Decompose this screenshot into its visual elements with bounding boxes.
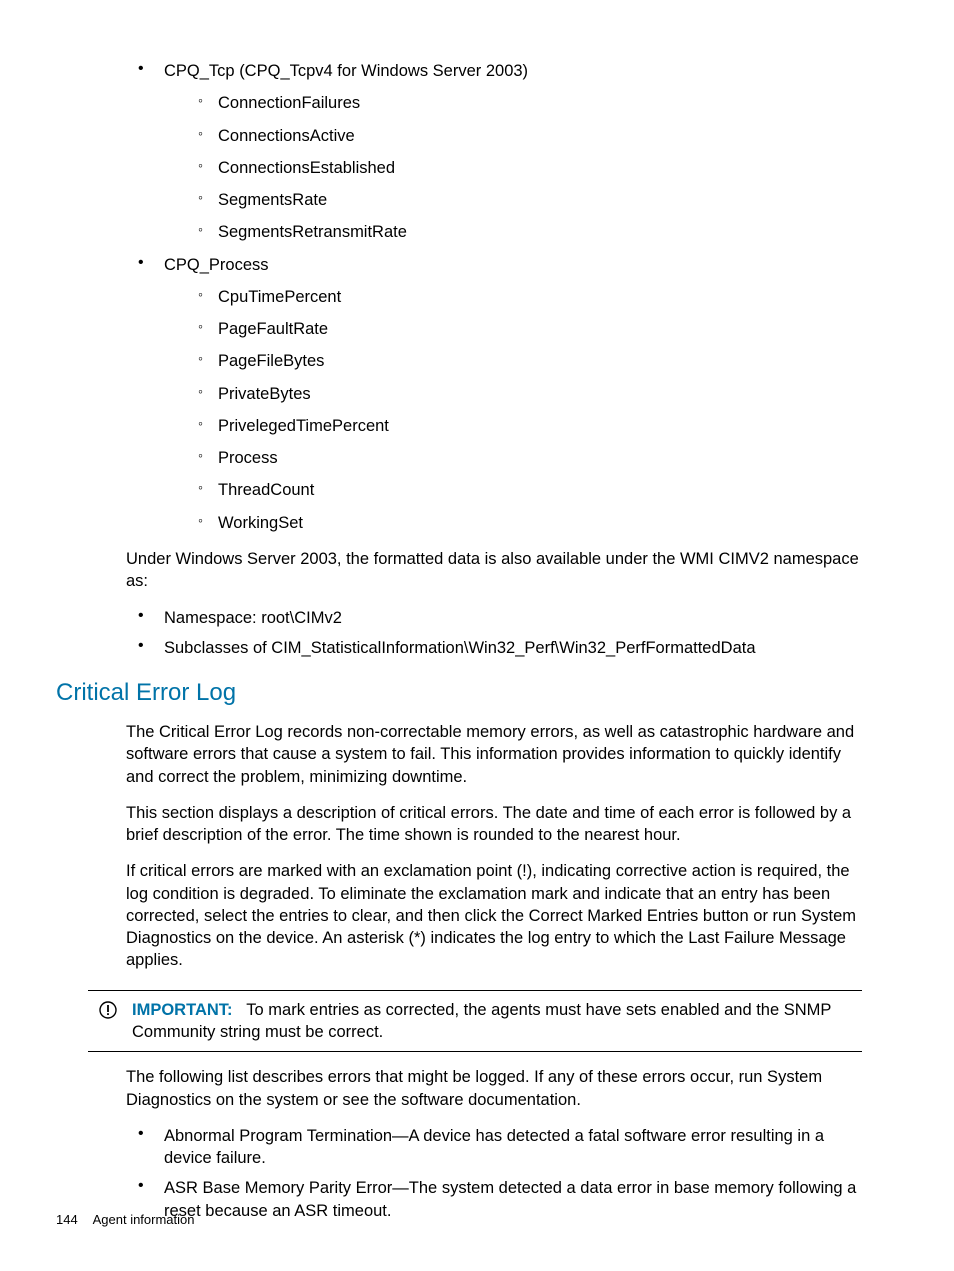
list-item: CpuTimePercent: [164, 286, 862, 308]
namespace-list: Namespace: root\CIMv2 Subclasses of CIM_…: [126, 607, 862, 660]
list-item: Process: [164, 447, 862, 469]
critical-error-paragraph-1: The Critical Error Log records non-corre…: [126, 721, 862, 788]
important-callout: IMPORTANT: To mark entries as corrected,…: [88, 990, 862, 1053]
important-text: IMPORTANT: To mark entries as corrected,…: [128, 999, 862, 1044]
list-item: ASR Base Memory Parity Error—The system …: [126, 1177, 862, 1222]
important-label: IMPORTANT:: [132, 1001, 233, 1019]
footer-section-title: Agent information: [93, 1212, 195, 1227]
list-item: Subclasses of CIM_StatisticalInformation…: [126, 637, 862, 659]
list-item: ConnectionFailures: [164, 92, 862, 114]
list-item: ConnectionsActive: [164, 125, 862, 147]
list-item: PrivelegedTimePercent: [164, 415, 862, 437]
page-footer: 144 Agent information: [56, 1212, 195, 1227]
cpq-tcp-sublist: ConnectionFailures ConnectionsActive Con…: [164, 92, 862, 243]
list-item-label: CPQ_Process: [164, 256, 269, 274]
error-list-intro-paragraph: The following list describes errors that…: [126, 1066, 862, 1111]
list-item: PrivateBytes: [164, 383, 862, 405]
list-item: PageFaultRate: [164, 318, 862, 340]
cpq-main-list: CPQ_Tcp (CPQ_Tcpv4 for Windows Server 20…: [126, 60, 862, 534]
cpq-process-sublist: CpuTimePercent PageFaultRate PageFileByt…: [164, 286, 862, 534]
list-item-label: CPQ_Tcp (CPQ_Tcpv4 for Windows Server 20…: [164, 62, 528, 80]
critical-error-paragraph-3: If critical errors are marked with an ex…: [126, 860, 862, 971]
namespace-intro-paragraph: Under Windows Server 2003, the formatted…: [126, 548, 862, 593]
list-item: SegmentsRetransmitRate: [164, 221, 862, 243]
list-item: CPQ_Process CpuTimePercent PageFaultRate…: [126, 254, 862, 534]
section-heading-critical-error-log: Critical Error Log: [56, 679, 862, 707]
important-body: To mark entries as corrected, the agents…: [132, 1001, 831, 1041]
critical-error-paragraph-2: This section displays a description of c…: [126, 802, 862, 847]
footer-page-number: 144: [56, 1212, 78, 1227]
error-descriptions-list: Abnormal Program Termination—A device ha…: [126, 1125, 862, 1222]
list-item: CPQ_Tcp (CPQ_Tcpv4 for Windows Server 20…: [126, 60, 862, 244]
important-icon: [88, 999, 128, 1024]
list-item: WorkingSet: [164, 512, 862, 534]
list-item: ConnectionsEstablished: [164, 157, 862, 179]
list-item: SegmentsRate: [164, 189, 862, 211]
list-item: ThreadCount: [164, 479, 862, 501]
list-item: Namespace: root\CIMv2: [126, 607, 862, 629]
list-item: Abnormal Program Termination—A device ha…: [126, 1125, 862, 1170]
list-item: PageFileBytes: [164, 350, 862, 372]
